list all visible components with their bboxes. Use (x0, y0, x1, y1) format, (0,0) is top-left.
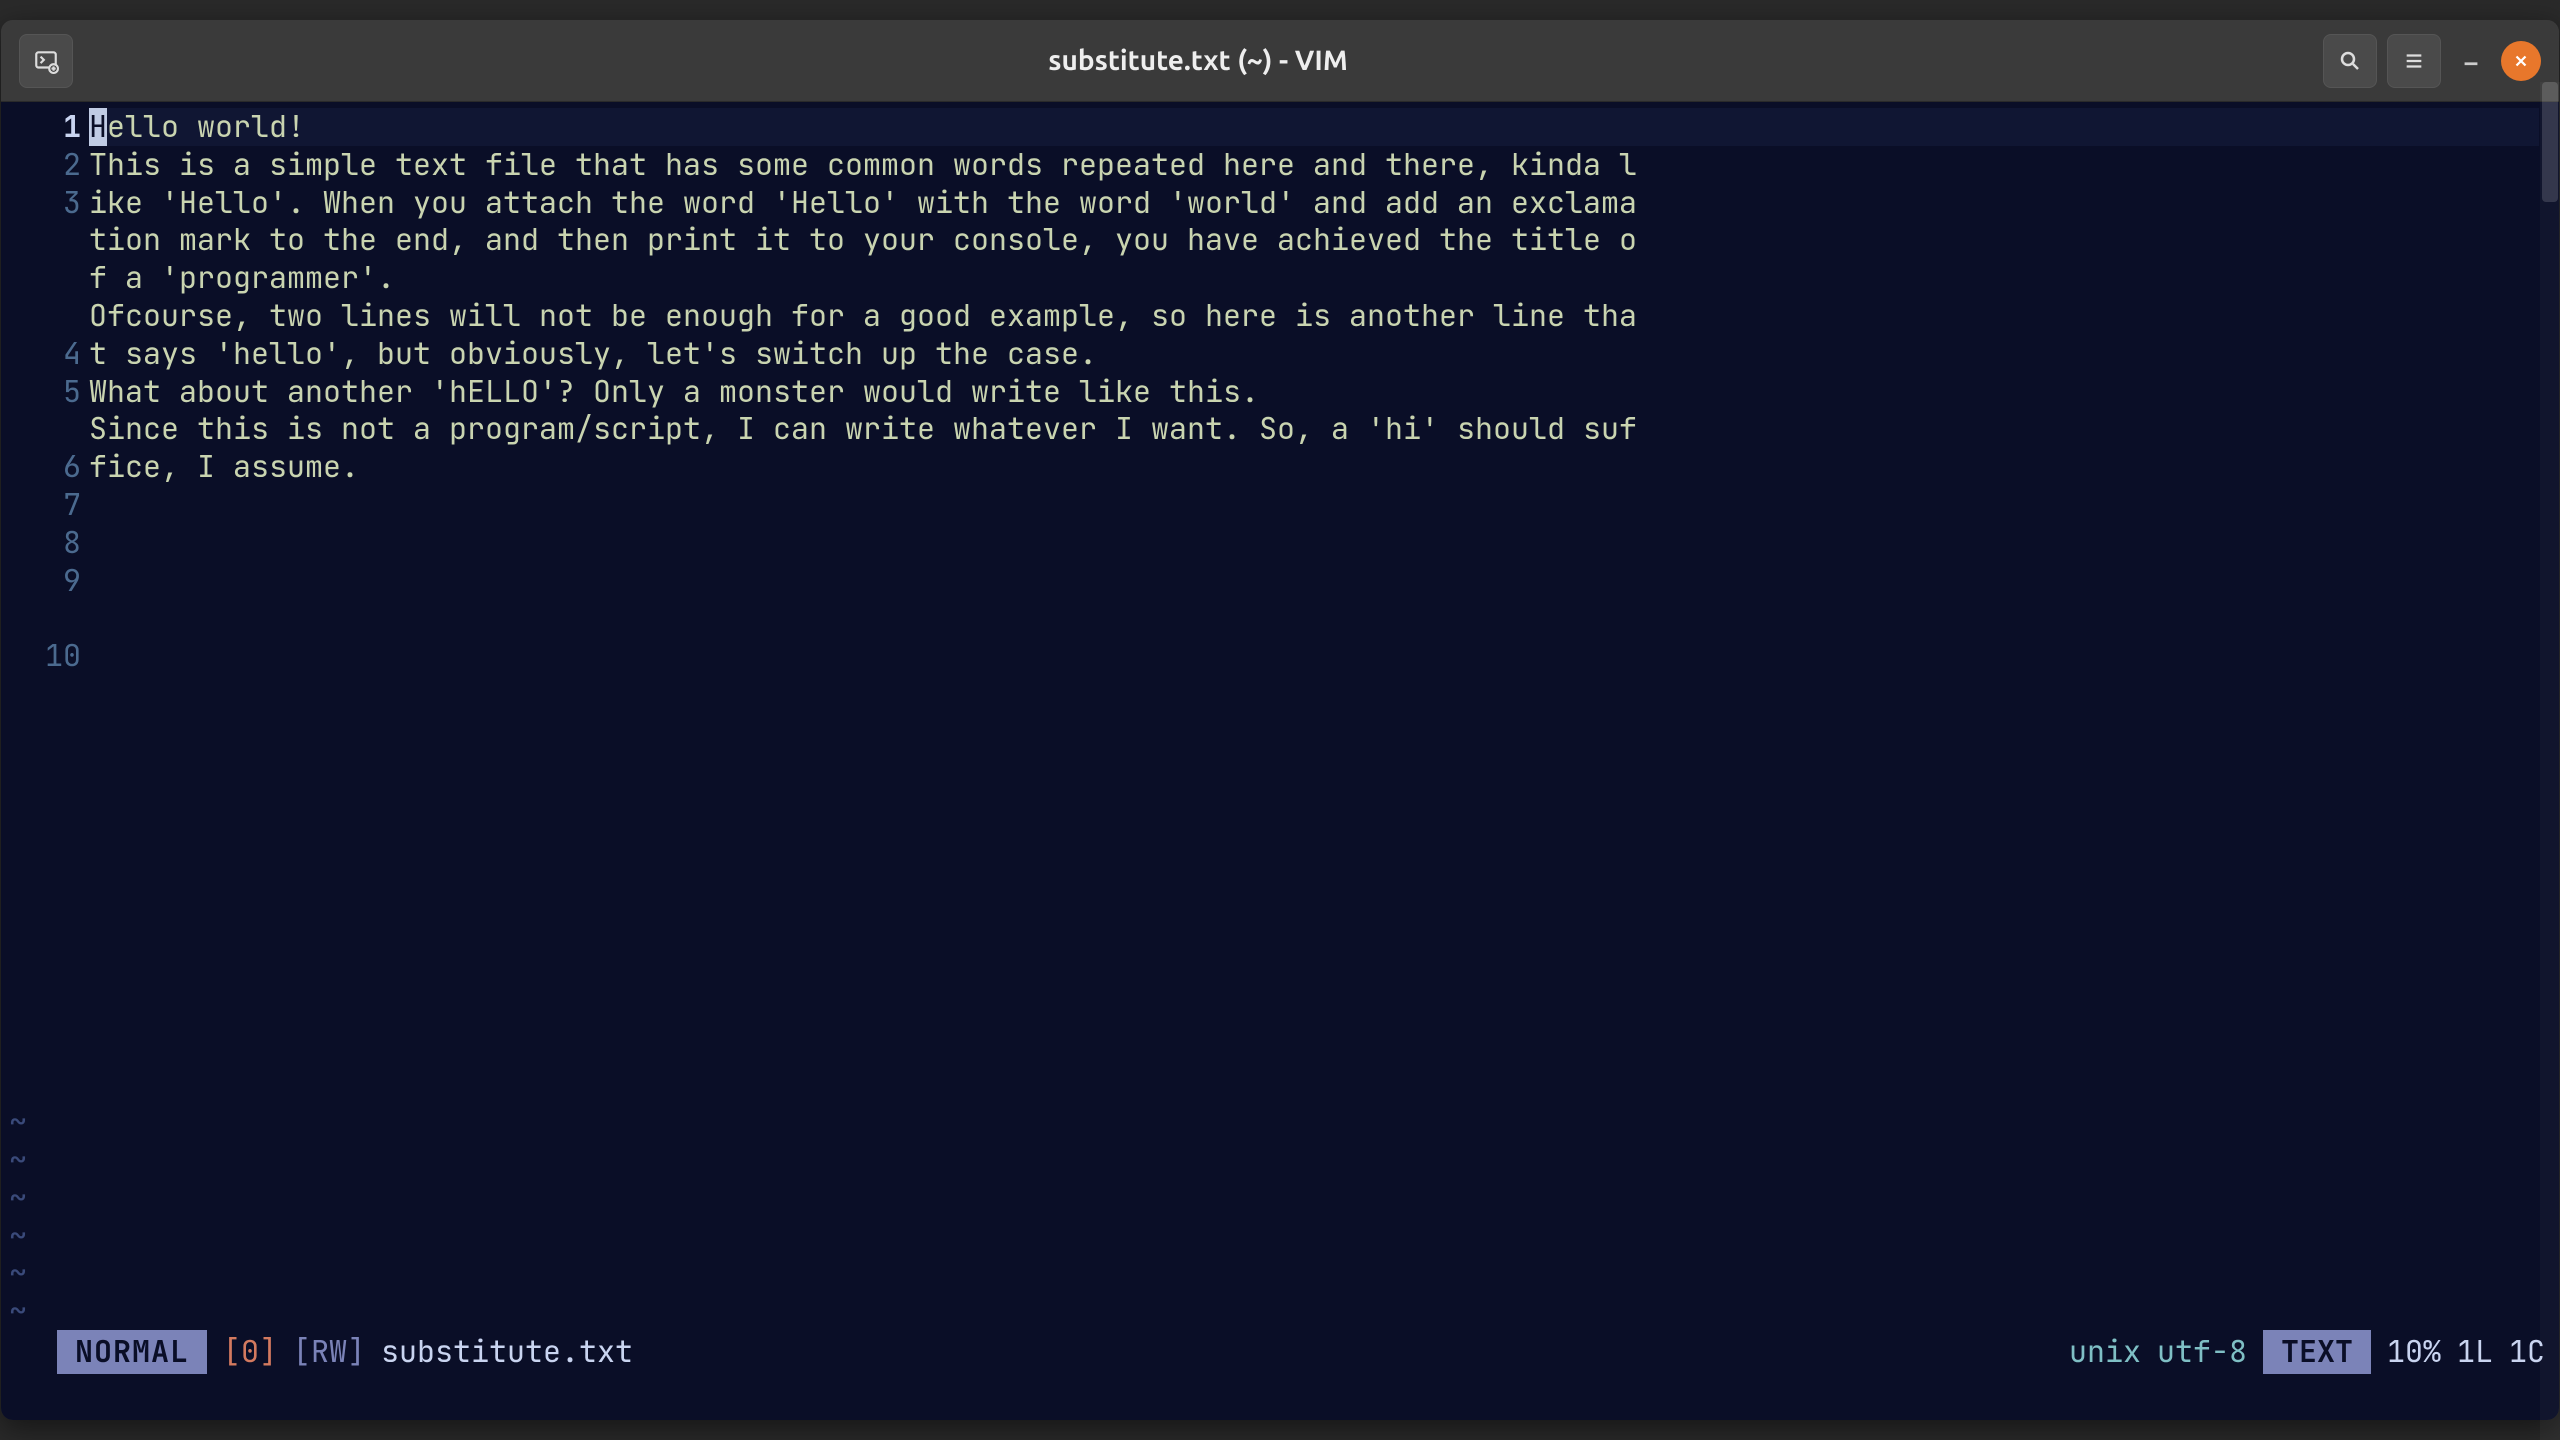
status-fileformat: unix (2069, 1333, 2141, 1371)
text-row[interactable]: This is a simple text file that has some… (89, 146, 2539, 184)
new-tab-button[interactable] (19, 34, 73, 88)
line-number: 9 (9, 562, 81, 600)
text-row[interactable]: fice, I assume. (89, 448, 2539, 486)
line-number: 4 (9, 335, 81, 373)
line-number: 7 (9, 486, 81, 524)
text-row[interactable]: Hello world! (89, 108, 2539, 146)
window-title: substitute.txt (~) - VIM (1048, 45, 1348, 76)
tilde-line: ~ (9, 1141, 2559, 1179)
search-button[interactable] (2323, 34, 2377, 88)
tilde-line: ~ (9, 1254, 2559, 1292)
tilde-line: ~ (9, 1103, 2559, 1141)
line-number: 5 (9, 373, 81, 411)
terminal-add-icon (33, 48, 59, 74)
text-buffer[interactable]: Hello world!This is a simple text file t… (89, 108, 2559, 1103)
statusline: NORMAL [0] [RW] substitute.txt unix utf-… (1, 1330, 2559, 1374)
line-number: 2 (9, 146, 81, 184)
line-number (9, 297, 81, 335)
hamburger-icon (2403, 50, 2425, 72)
text-row[interactable]: Since this is not a program/script, I ca… (89, 410, 2539, 448)
status-percent: 10% (2387, 1333, 2441, 1371)
line-number: 6 (9, 448, 81, 486)
line-number: 10 (9, 637, 81, 675)
text-row[interactable]: t says 'hello', but obviously, let's swi… (89, 335, 2539, 373)
tilde-line: ~ (9, 1217, 2559, 1255)
scrollbar[interactable] (2540, 82, 2559, 1420)
text-row[interactable]: tion mark to the end, and then print it … (89, 221, 2539, 259)
line-number: 3 (9, 184, 81, 222)
status-filename: substitute.txt (381, 1333, 633, 1371)
tilde-line: ~ (9, 1292, 2559, 1330)
line-number (9, 221, 81, 259)
line-number-gutter: 123 45 6789 10 (9, 108, 89, 1103)
text-row[interactable]: Ofcourse, two lines will not be enough f… (89, 297, 2539, 335)
line-number: 1 (9, 108, 81, 146)
minimize-icon (2460, 50, 2482, 72)
status-encoding: utf-8 (2157, 1333, 2247, 1371)
status-rw: [RW] (293, 1333, 365, 1371)
text-row[interactable]: ike 'Hello'. When you attach the word 'H… (89, 184, 2539, 222)
text-row[interactable]: f a 'programmer'. (89, 259, 2539, 297)
line-number (9, 599, 81, 637)
scrollbar-thumb[interactable] (2542, 82, 2558, 202)
line-number: 8 (9, 524, 81, 562)
status-line: 1L (2457, 1333, 2493, 1371)
minimize-button[interactable] (2451, 41, 2491, 81)
vim-window: substitute.txt (~) - VIM 123 45 678 (1, 20, 2559, 1420)
titlebar: substitute.txt (~) - VIM (1, 20, 2559, 102)
cursor: H (89, 108, 107, 146)
tilde-area: ~~~~~~ (1, 1103, 2559, 1330)
status-mode: NORMAL (57, 1330, 207, 1374)
status-filetype: TEXT (2263, 1330, 2371, 1374)
editor-area[interactable]: 123 45 6789 10 Hello world!This is a sim… (1, 102, 2559, 1420)
search-icon (2338, 49, 2362, 73)
line-number (9, 410, 81, 448)
menu-button[interactable] (2387, 34, 2441, 88)
close-icon (2512, 52, 2530, 70)
tilde-line: ~ (9, 1179, 2559, 1217)
text-row[interactable]: What about another 'hELLO'? Only a monst… (89, 373, 2539, 411)
close-button[interactable] (2501, 41, 2541, 81)
status-bufnr: [0] (223, 1333, 277, 1371)
line-number (9, 259, 81, 297)
